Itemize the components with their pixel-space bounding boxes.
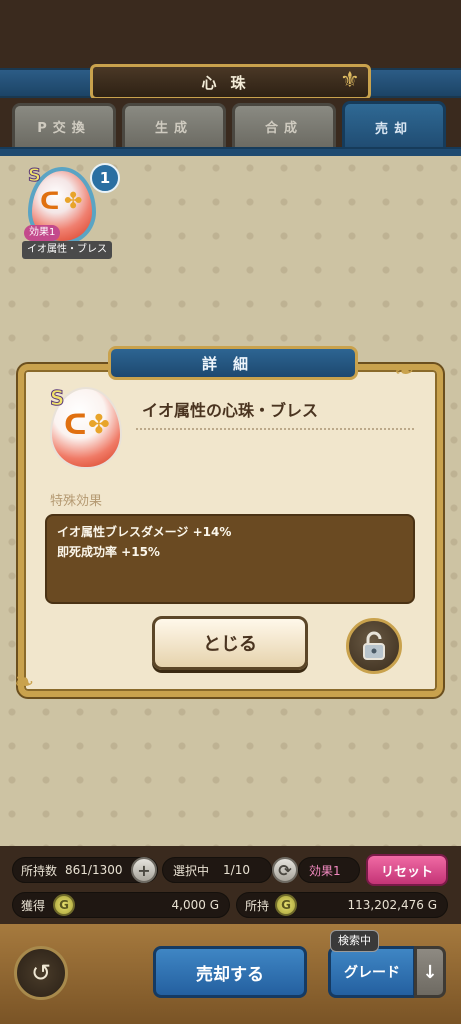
item-card[interactable]: S ᑕ ✤ 1 効果1 イオ属性・ブレス	[22, 163, 120, 261]
selected-count: 選択中 1/10	[162, 857, 272, 883]
dialog-header: 詳細	[108, 346, 358, 380]
corner-ornament-icon: ❧	[14, 668, 35, 696]
unlock-icon	[363, 631, 385, 660]
clover-glyph-icon: ✤	[88, 410, 110, 440]
owned-label: 所持数	[21, 863, 58, 878]
lock-button[interactable]	[346, 618, 402, 674]
selected-label: 選択中	[173, 863, 210, 878]
dialog-item-title: イオ属性の心珠・ブレス	[142, 401, 319, 420]
tab-fuse[interactable]: 合成	[232, 103, 336, 147]
held-row: 所持 G 113,202,476 G	[236, 892, 448, 918]
effect-line: 即死成功率 +15%	[57, 545, 160, 559]
tab-p-exchange[interactable]: P交換	[12, 103, 116, 147]
item-name-label: イオ属性・ブレス	[22, 241, 112, 259]
reset-button[interactable]: リセット	[366, 854, 448, 886]
tab-generate[interactable]: 生成	[122, 103, 226, 147]
corner-ornament-icon: ❧	[394, 356, 415, 384]
grade-sort-button[interactable]: グレード	[328, 946, 416, 998]
sort-order-button[interactable]: ↓	[414, 946, 446, 998]
gain-row: 獲得 G 4,000 G	[12, 892, 230, 918]
back-button[interactable]: ↺	[14, 946, 68, 1000]
plus-icon: +	[137, 860, 151, 880]
selected-value: 1/10	[223, 863, 250, 877]
gold-coin-icon: G	[275, 894, 298, 916]
gain-label: 獲得	[21, 898, 46, 913]
page-title: 心珠	[90, 64, 371, 100]
count-badge: 1	[90, 163, 120, 193]
back-arrow-icon: ↺	[30, 959, 52, 987]
searching-badge: 検索中	[330, 930, 379, 952]
dialog-rank-badge: S	[49, 386, 65, 411]
owned-value: 861/1300	[65, 863, 123, 877]
gain-value: 4,000 G	[171, 898, 219, 912]
gold-coin-icon: G	[53, 894, 76, 916]
toggle-filter-button[interactable]: ⟳	[272, 857, 298, 883]
effect-tag: 効果1	[24, 225, 61, 241]
fleur-right-icon: ⚜	[340, 68, 360, 93]
held-value: 113,202,476 G	[347, 898, 437, 912]
tab-underline	[0, 147, 461, 156]
expand-capacity-button[interactable]: +	[131, 857, 157, 883]
top-bar	[0, 0, 461, 68]
close-button[interactable]: とじる	[152, 616, 308, 670]
effect-filter-badge: 効果1	[298, 857, 360, 883]
breath-glyph-icon: ᑕ	[64, 408, 87, 441]
breath-glyph-icon: ᑕ	[40, 187, 60, 215]
tab-sell[interactable]: 売却	[342, 101, 446, 151]
effect-list: イオ属性ブレスダメージ +14% 即死成功率 +15%	[45, 514, 415, 604]
sell-button[interactable]: 売却する	[153, 946, 307, 998]
special-effect-label: 特殊効果	[50, 494, 103, 509]
title-divider	[136, 428, 414, 430]
clover-glyph-icon: ✤	[64, 189, 83, 214]
arrow-down-icon: ↓	[422, 961, 438, 983]
effect-line: イオ属性ブレスダメージ +14%	[57, 525, 232, 539]
swap-icon: ⟳	[278, 860, 292, 880]
rank-badge: S	[28, 165, 42, 187]
held-label: 所持	[245, 898, 270, 913]
